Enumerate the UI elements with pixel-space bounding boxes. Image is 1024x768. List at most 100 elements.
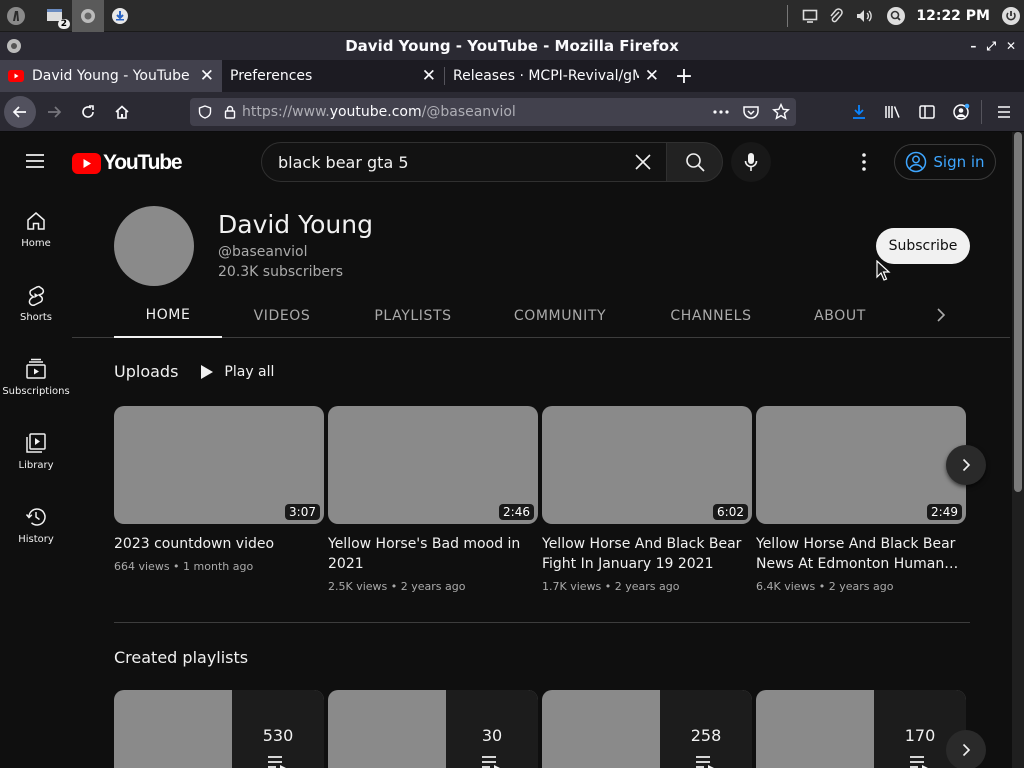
channel-tab-playlists[interactable]: PLAYLISTS — [354, 294, 472, 338]
video-card[interactable]: 2:46 Yellow Horse's Bad mood in 2021 2.5… — [328, 406, 538, 593]
power-icon — [1002, 7, 1020, 25]
reload-button[interactable] — [72, 96, 104, 128]
app-menu-button[interactable] — [0, 0, 32, 32]
video-title[interactable]: Yellow Horse And Black Bear News At Edmo… — [756, 534, 966, 574]
created-playlists-title[interactable]: Created playlists — [114, 648, 248, 667]
clear-search-icon[interactable] — [634, 153, 652, 171]
play-all-button[interactable]: Play all — [200, 364, 274, 380]
tab-close-icon[interactable]: ✕ — [422, 66, 436, 86]
guide-item-label: Library — [18, 459, 54, 471]
video-card[interactable]: 3:07 2023 countdown video 664 views • 1 … — [114, 406, 324, 573]
guide-item-home[interactable]: Home — [0, 192, 72, 266]
page-actions-icon[interactable] — [712, 102, 730, 122]
guide-menu-button[interactable] — [24, 150, 46, 172]
youtube-logo-text: YouTube — [103, 151, 183, 174]
tray-volume-button[interactable] — [848, 0, 880, 32]
pocket-icon[interactable] — [742, 102, 760, 122]
tray-search-button[interactable] — [880, 0, 912, 32]
tab-preferences[interactable]: Preferences ✕ — [222, 60, 444, 92]
video-card[interactable]: 2:49 Yellow Horse And Black Bear News At… — [756, 406, 966, 593]
guide-item-subscriptions[interactable]: Subscriptions — [0, 340, 72, 414]
power-button[interactable] — [998, 0, 1024, 32]
channel-tab-channels[interactable]: CHANNELS — [658, 294, 764, 338]
playlist-card[interactable]: 258 — [542, 690, 752, 768]
new-tab-button[interactable]: + — [667, 60, 701, 92]
minimize-button[interactable]: – — [970, 39, 976, 54]
lock-icon[interactable] — [224, 105, 236, 119]
clock[interactable]: 12:22 PM — [916, 8, 990, 24]
video-thumbnail[interactable]: 3:07 — [114, 406, 324, 524]
channel-tab-videos[interactable]: VIDEOS — [232, 294, 332, 338]
search-button[interactable] — [666, 142, 723, 182]
taskbar-window-group[interactable]: 2 — [40, 0, 72, 32]
playlist-card[interactable]: 530 — [114, 690, 324, 768]
downloads-button[interactable] — [843, 96, 875, 128]
app-menu-hamburger[interactable] — [988, 96, 1020, 128]
youtube-masthead: YouTube black bear gta 5 Sign in — [0, 132, 1012, 192]
playlist-card[interactable]: 170 — [756, 690, 966, 768]
home-button[interactable] — [106, 96, 138, 128]
video-card[interactable]: 6:02 Yellow Horse And Black Bear Fight I… — [542, 406, 752, 593]
guide-item-history[interactable]: History — [0, 488, 72, 562]
search-icon — [685, 153, 705, 172]
channel-tab-home[interactable]: HOME — [114, 294, 222, 338]
tab-close-icon[interactable]: ✕ — [200, 66, 214, 86]
video-title[interactable]: Yellow Horse's Bad mood in 2021 — [328, 534, 538, 574]
tab-label: Preferences — [230, 68, 313, 84]
guide-item-shorts[interactable]: Shorts — [0, 266, 72, 340]
page-scrollbar[interactable] — [1012, 132, 1024, 768]
uploads-title[interactable]: Uploads — [114, 362, 178, 381]
video-thumbnail[interactable]: 2:46 — [328, 406, 538, 524]
channel-avatar[interactable] — [114, 206, 194, 286]
search-input[interactable]: black bear gta 5 — [278, 153, 634, 172]
playlist-count-overlay: 530 — [232, 690, 324, 768]
video-title[interactable]: Yellow Horse And Black Bear Fight In Jan… — [542, 534, 752, 574]
mouse-cursor-icon — [876, 260, 891, 281]
voice-search-button[interactable] — [731, 142, 771, 182]
guide-item-library[interactable]: Library — [0, 414, 72, 488]
channel-tab-about[interactable]: ABOUT — [800, 294, 880, 338]
bookmark-star-icon[interactable] — [772, 102, 790, 122]
playlist-card[interactable]: 30 — [328, 690, 538, 768]
history-icon — [25, 507, 46, 526]
library-books-icon — [885, 106, 900, 118]
window-count-badge: 2 — [57, 18, 70, 29]
download-circle-icon — [112, 7, 128, 24]
sidebar-toggle-button[interactable] — [911, 96, 943, 128]
search-box[interactable]: black bear gta 5 — [261, 142, 667, 182]
video-thumbnail[interactable]: 6:02 — [542, 406, 752, 524]
account-button[interactable] — [945, 96, 977, 128]
playlists-next-button[interactable] — [946, 730, 986, 768]
back-button[interactable] — [4, 95, 36, 128]
channel-tab-community[interactable]: COMMUNITY — [496, 294, 624, 338]
home-icon — [27, 211, 45, 230]
tab-strip: David Young - YouTube ✕ Preferences ✕ Re… — [0, 60, 1024, 92]
library-button[interactable] — [877, 96, 909, 128]
tracking-shield-icon[interactable] — [198, 105, 212, 119]
settings-more-button[interactable] — [852, 150, 876, 174]
maximize-button[interactable]: ⤢ — [986, 39, 996, 54]
sign-in-button[interactable]: Sign in — [894, 144, 996, 180]
video-title[interactable]: 2023 countdown video — [114, 534, 324, 554]
uploads-next-button[interactable] — [946, 445, 986, 485]
taskbar-firefox[interactable] — [72, 0, 104, 32]
channel-tabs-next-button[interactable] — [932, 306, 950, 324]
tab-releases[interactable]: Releases · MCPI-Revival/gMCPI ✕ — [445, 60, 667, 92]
firefox-icon — [81, 8, 95, 23]
youtube-logo[interactable]: YouTube — [72, 151, 183, 175]
playlist-icon — [268, 756, 286, 768]
forward-button[interactable] — [38, 96, 70, 128]
video-thumbnail[interactable]: 2:49 — [756, 406, 966, 524]
tab-close-icon[interactable]: ✕ — [645, 66, 659, 86]
url-bar[interactable]: https://www.youtube.com/@baseanviol — [190, 98, 796, 126]
scrollbar-thumb[interactable] — [1014, 132, 1022, 492]
download-arrow-icon — [853, 105, 865, 119]
tab-youtube[interactable]: David Young - YouTube ✕ — [0, 60, 222, 92]
account-circle-icon — [953, 103, 970, 120]
subscribe-button[interactable]: Subscribe — [876, 228, 970, 264]
tab-label: Releases · MCPI-Revival/gMCPI — [453, 68, 639, 84]
close-window-button[interactable]: ✕ — [1006, 39, 1016, 54]
taskbar-download-app[interactable] — [104, 0, 136, 32]
playlists-row: 530 30 258 170 — [114, 690, 974, 768]
chevron-right-icon — [962, 743, 971, 757]
